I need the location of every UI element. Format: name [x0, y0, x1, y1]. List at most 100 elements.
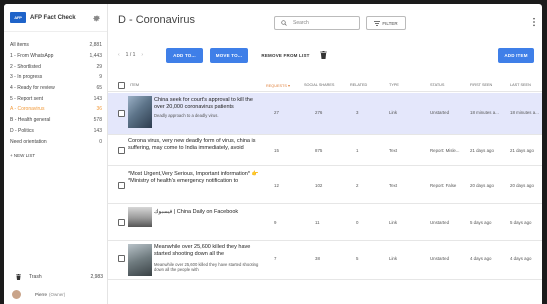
table-row[interactable]: فيسبوك | China Daily on Facebook 9 11 0 … [108, 205, 542, 241]
row-checkbox[interactable] [118, 219, 125, 226]
sidebar-item-count: 578 [93, 117, 102, 124]
sidebar: AFP AFP Fact Check All items 2,881 1 - Fro… [4, 4, 108, 304]
sidebar-item-count: 9 [99, 74, 102, 81]
row-checkbox[interactable] [118, 182, 125, 189]
sidebar-item-count: 65 [96, 85, 102, 92]
item-status[interactable]: Unstarted [430, 256, 449, 261]
user-profile[interactable]: Pierre (Owner) [4, 290, 108, 299]
trash-label: Trash [29, 274, 42, 280]
sidebar-item-5-report-sent[interactable]: 5 - Report sent 143 [4, 93, 107, 104]
item-status[interactable]: Unstarted [430, 110, 449, 115]
social-shares: 102 [315, 183, 323, 188]
item-type: Link [389, 256, 398, 261]
first-seen: 18 minutes a... [470, 110, 499, 115]
item-title[interactable]: Corona virus, very new deadly form of vi… [128, 138, 264, 152]
page-indicator: 1 / 1 [125, 52, 136, 58]
team-logo[interactable]: AFP [10, 12, 26, 23]
column-status[interactable]: STATUS [430, 83, 444, 87]
team-name[interactable]: AFP Fact Check [30, 15, 92, 21]
app-window: AFP AFP Fact Check All items 2,881 1 - Fro… [4, 4, 542, 304]
sidebar-item-4-ready-for-review[interactable]: 4 - Ready for review 65 [4, 83, 107, 94]
related-count: 0 [356, 220, 359, 225]
item-type: Text [389, 148, 398, 153]
table-row[interactable]: Corona virus, very new deadly form of vi… [108, 136, 542, 166]
item-thumbnail [128, 244, 152, 276]
column-related[interactable]: RELATED [350, 83, 367, 87]
sidebar-item-count: 2,881 [89, 42, 102, 49]
sidebar-item-b-health-general[interactable]: B - Health general 578 [4, 115, 107, 126]
new-list-button[interactable]: + NEW LIST [4, 147, 107, 158]
sidebar-item-count: 1,443 [89, 53, 102, 60]
table-row[interactable]: China seek for court's approval to kill … [108, 93, 542, 135]
item-type: Link [389, 220, 398, 225]
brand-header: AFP AFP Fact Check [4, 4, 107, 32]
item-subtitle: Meanwhile over 25,600 killed they have s… [154, 262, 259, 273]
search-input[interactable]: Search [274, 16, 360, 30]
social-shares: 276 [315, 110, 323, 115]
sidebar-item-count: 143 [93, 127, 102, 134]
sidebar-item-label: 3 - In progress [10, 74, 43, 81]
social-shares: 11 [315, 220, 320, 225]
sidebar-item-label: 2 - Shortlisted [10, 63, 41, 70]
sidebar-item-2-shortlisted[interactable]: 2 - Shortlisted 29 [4, 61, 107, 72]
remove-from-list-button[interactable]: REMOVE FROM LIST [259, 48, 312, 63]
row-checkbox[interactable] [118, 147, 125, 154]
sidebar-item-a-coronavirus[interactable]: A - Coronavirus 36 [4, 104, 107, 115]
item-type: Link [389, 110, 398, 115]
item-status[interactable]: Report: Misle... [430, 148, 460, 153]
sidebar-item-d-politics[interactable]: D - Politics 143 [4, 126, 107, 137]
row-checkbox[interactable] [118, 255, 125, 262]
search-icon [281, 20, 287, 26]
sidebar-item-count: 143 [93, 95, 102, 102]
item-thumbnail [128, 207, 152, 227]
next-page-button[interactable]: › [141, 52, 143, 58]
requests-count: 15 [274, 148, 279, 153]
gear-icon[interactable] [92, 13, 101, 22]
more-options-icon[interactable] [532, 17, 536, 27]
sidebar-item-3-in-progress[interactable]: 3 - In progress 9 [4, 72, 107, 83]
item-title[interactable]: فيسبوك | China Daily on Facebook [154, 209, 264, 216]
move-to-button[interactable]: MOVE TO... [210, 48, 248, 63]
column-type[interactable]: TYPE [389, 83, 399, 87]
sidebar-item-count: 0 [99, 138, 102, 145]
prev-page-button[interactable]: ‹ [118, 52, 120, 58]
filter-button[interactable]: FILTER [366, 16, 406, 30]
social-shares: 875 [315, 148, 323, 153]
column-last-seen[interactable]: LAST SEEN [510, 83, 531, 87]
main-content: D - Coronavirus Search FILTER ‹ 1 / 1 › … [108, 4, 542, 304]
column-item[interactable]: ITEM [130, 83, 139, 87]
column-first-seen[interactable]: FIRST SEEN [470, 83, 492, 87]
item-status[interactable]: Report: False [430, 183, 456, 188]
user-role: (Owner) [49, 292, 66, 297]
first-seen: 4 days ago [470, 256, 492, 261]
item-title[interactable]: *Most Urgent,Very Serious, Important inf… [128, 171, 264, 185]
pagination: ‹ 1 / 1 › [118, 52, 143, 58]
item-status[interactable]: Unstarted [430, 220, 449, 225]
column-requests[interactable]: REQUESTS ▾ [266, 83, 290, 88]
sidebar-item-1-from-whatsapp[interactable]: 1 - From WhatsApp 1,443 [4, 51, 107, 62]
table-row[interactable]: *Most Urgent,Very Serious, Important inf… [108, 167, 542, 204]
related-count: 1 [356, 148, 359, 153]
sidebar-item-label: B - Health general [10, 117, 51, 124]
column-social-shares[interactable]: SOCIAL SHARES [304, 83, 334, 87]
sidebar-item-need-orientation[interactable]: Need orientation 0 [4, 136, 107, 147]
item-thumbnail [128, 96, 152, 128]
filter-label: FILTER [382, 20, 398, 26]
first-seen: 21 days ago [470, 148, 494, 153]
first-seen: 20 days ago [470, 183, 494, 188]
avatar [12, 290, 21, 299]
sidebar-item-trash[interactable]: Trash 2,983 [4, 274, 108, 280]
item-title[interactable]: China seek for court's approval to kill … [154, 97, 264, 111]
select-all-checkbox[interactable] [118, 82, 125, 89]
table-row[interactable]: Meanwhile over 25,600 killed they have s… [108, 242, 542, 280]
add-to-button[interactable]: ADD TO... [166, 48, 203, 63]
item-type: Text [389, 183, 398, 188]
sidebar-item-label: D - Politics [10, 127, 34, 134]
item-title[interactable]: Meanwhile over 25,600 killed they have s… [154, 244, 266, 258]
add-item-button[interactable]: ADD ITEM [498, 48, 534, 63]
trash-count: 2,983 [90, 274, 103, 280]
sidebar-item-all-items[interactable]: All items 2,881 [4, 40, 107, 51]
row-checkbox[interactable] [118, 110, 125, 117]
delete-icon[interactable] [320, 51, 327, 59]
last-seen: 5 days ago [510, 220, 532, 225]
